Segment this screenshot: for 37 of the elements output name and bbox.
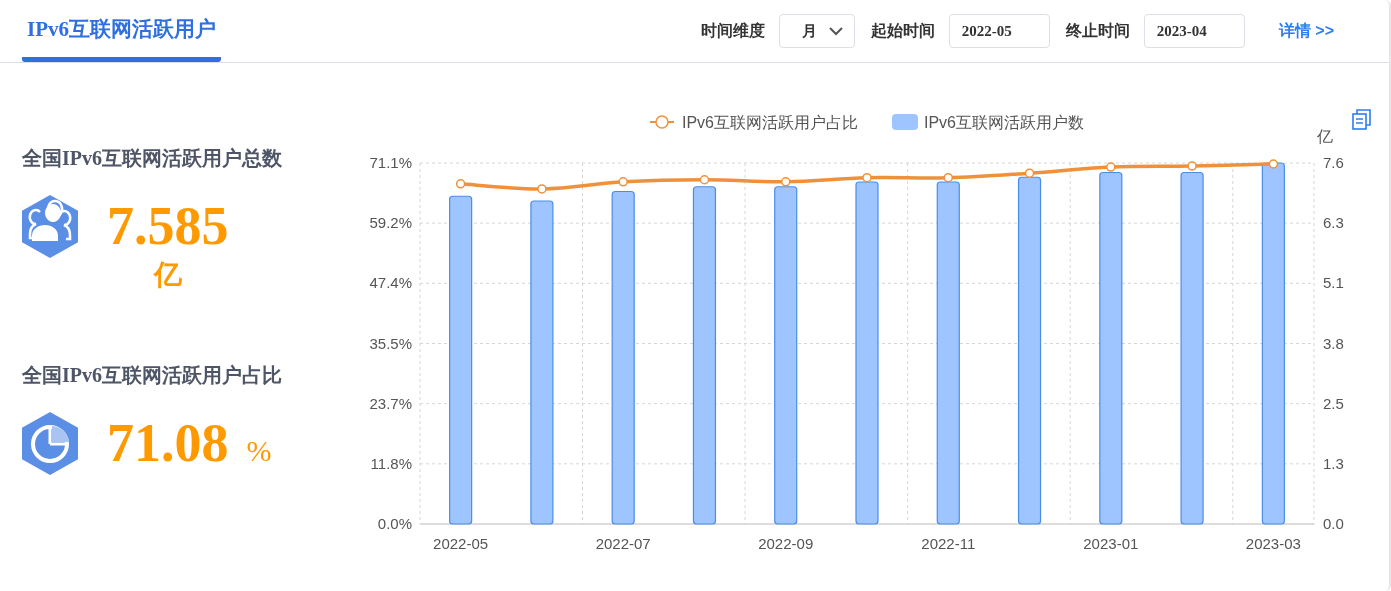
stat-value: 71.08 — [107, 412, 229, 475]
axis-label: 2022-09 — [758, 535, 814, 552]
axis-label: 5.1 — [1323, 274, 1344, 292]
stat-value: 7.585 — [107, 195, 229, 258]
axis-label: 71.1% — [369, 154, 412, 171]
axis-label: 2022-11 — [921, 535, 976, 552]
field-label: 时间维度 — [700, 20, 765, 41]
axis-label: 2022-05 — [433, 535, 489, 552]
date-field[interactable]: 2022-05 — [948, 14, 1050, 48]
date-field[interactable]: 2023-04 — [1143, 14, 1245, 48]
axis-label: 23.7% — [369, 394, 412, 412]
field-label: 终止时间 — [1065, 20, 1130, 41]
axis-label: 6.3 — [1323, 214, 1344, 232]
stat-title: 全国IPv6互联网活跃用户占比 — [22, 363, 283, 388]
axis-label: 59.2% — [369, 214, 412, 232]
axis-unit: 亿 — [1317, 128, 1333, 145]
axis-label: 2023-01 — [1083, 535, 1139, 552]
axis-label: 3.8 — [1323, 334, 1344, 352]
axis-label: 35.5% — [369, 334, 412, 352]
axis-label: 2022-07 — [595, 535, 651, 552]
details-link[interactable]: 详情 >> — [1278, 20, 1334, 42]
axis-label: 47.4% — [369, 274, 412, 292]
axis-label: 1.3 — [1323, 454, 1344, 472]
stat-title: 全国IPv6互联网活跃用户总数 — [22, 146, 283, 171]
stat-unit: % — [246, 434, 272, 468]
axis-label: 11.8% — [370, 454, 412, 472]
axis-label: 0.0 — [1323, 515, 1344, 532]
axis-label: 0.0% — [377, 515, 412, 532]
tab[interactable]: IPv6互联网活跃用户 — [22, 0, 221, 62]
legend-label[interactable]: IPv6互联网活跃用户占比 — [682, 114, 858, 131]
field-label: 起始时间 — [870, 20, 935, 41]
axis-label: 2.5 — [1323, 394, 1344, 412]
axis-label: 7.6 — [1323, 154, 1344, 171]
legend-label[interactable]: IPv6互联网活跃用户数 — [924, 114, 1084, 131]
stat-unit: 亿 — [153, 258, 182, 292]
axis-label: 2023-03 — [1245, 535, 1301, 552]
dropdown[interactable]: 月 — [778, 14, 855, 48]
